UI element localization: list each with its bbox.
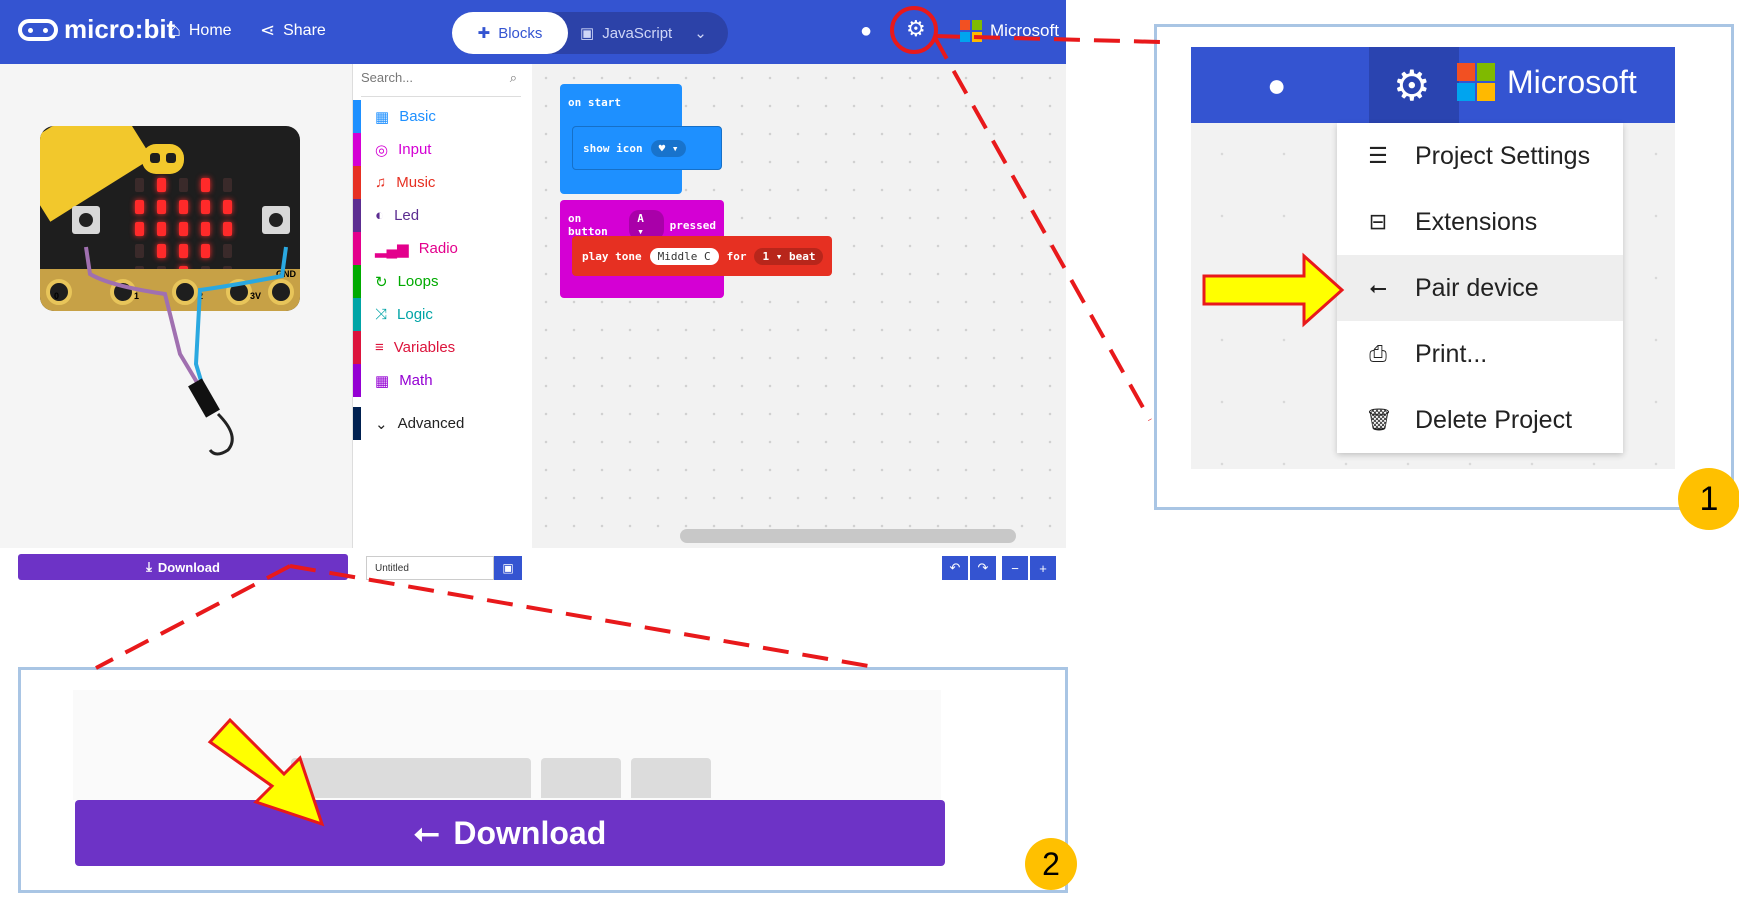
callout-overlay — [95, 34, 1345, 827]
callout-line — [95, 564, 291, 670]
callout-line — [932, 35, 1152, 421]
yellow-arrow-icon — [207, 717, 325, 827]
yellow-arrow-icon — [1202, 252, 1345, 328]
callout-line — [933, 34, 1161, 44]
callout-line — [289, 564, 881, 670]
